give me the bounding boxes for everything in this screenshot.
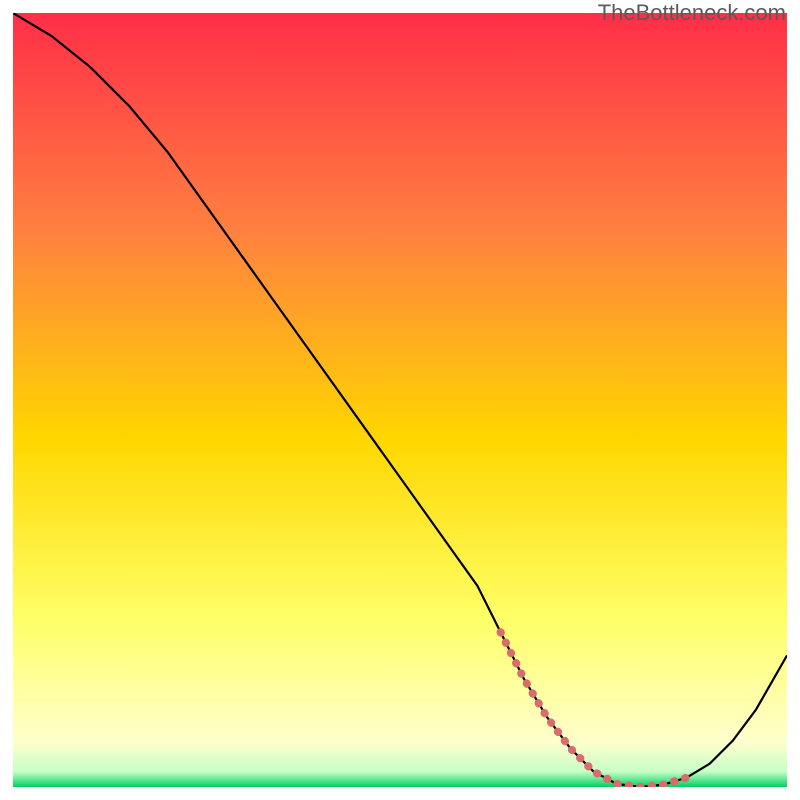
bottleneck-curve bbox=[13, 13, 787, 787]
chart-container: TheBottleneck.com bbox=[0, 0, 800, 800]
curve-layer bbox=[13, 13, 787, 787]
plot-area bbox=[13, 13, 787, 787]
watermark-text: TheBottleneck.com bbox=[598, 0, 786, 26]
accent-valley-segment bbox=[501, 632, 687, 787]
